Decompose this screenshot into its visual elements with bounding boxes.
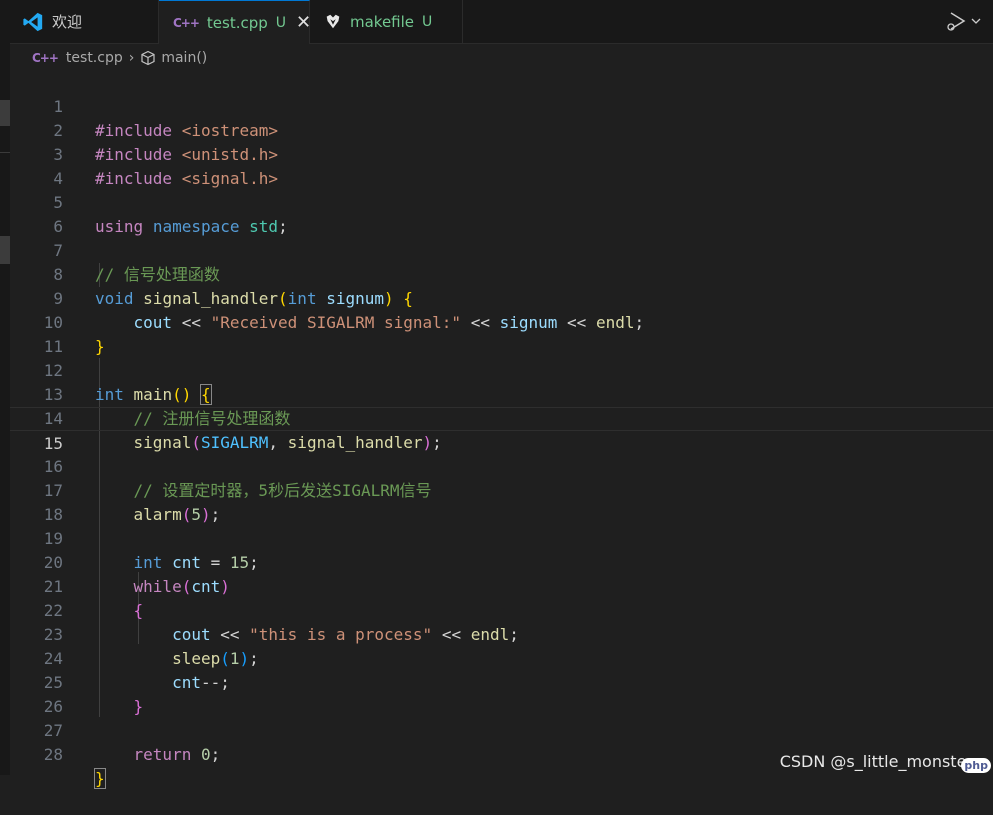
code-line: 8 void signal_handler(int signum) {	[53, 265, 413, 308]
code-line: 28 }	[43, 745, 106, 789]
code-line: 22 cout << "this is a process" << endl;	[43, 601, 519, 644]
cube-icon	[141, 50, 155, 65]
breadcrumb-file[interactable]: test.cpp	[66, 50, 123, 66]
watermark: CSDN @s_little_monster_	[779, 752, 981, 771]
code-line: 27 return 0;	[43, 721, 221, 764]
run-debug-icon	[947, 12, 966, 31]
code-line: 18	[43, 505, 63, 524]
code-line: 26	[43, 697, 63, 716]
code-line: 19 int cnt = 15;	[43, 529, 259, 572]
untracked-badge: U	[275, 14, 287, 31]
code-line: 12 int main() {	[43, 361, 212, 405]
activity-divider	[0, 152, 10, 153]
code-line: 10 }	[43, 313, 105, 356]
tab-label: makefile	[350, 12, 415, 31]
vscode-icon	[23, 12, 43, 31]
activity-indicator	[0, 100, 10, 126]
code-line: 11	[43, 337, 63, 356]
cpp-file-icon: C++	[173, 15, 200, 30]
code-line: 23 sleep(1);	[43, 625, 259, 668]
code-line: 14 signal(SIGALRM, signal_handler);	[43, 409, 442, 452]
activity-bar-edge	[0, 0, 10, 775]
code-line: 25 }	[43, 673, 144, 716]
code-line: 24 cnt--;	[43, 649, 230, 692]
code-line: 13 // 注册信号处理函数	[43, 385, 291, 428]
tab-test-cpp[interactable]: C++ test.cpp U ✕	[159, 0, 311, 44]
code-line: 7 // 信号处理函数	[53, 241, 220, 284]
tab-welcome[interactable]: 欢迎	[10, 0, 159, 43]
activity-indicator	[0, 236, 10, 264]
code-line: 20 while(cnt)	[43, 553, 230, 596]
code-line: 2 #include <unistd.h>	[53, 121, 279, 164]
tab-makefile[interactable]: makefile U	[310, 0, 463, 43]
code-editor[interactable]: 1 #include <iostream> 2 #include <unistd…	[10, 71, 993, 789]
makefile-icon	[326, 14, 340, 28]
breadcrumb: C++ test.cpp › main()	[10, 44, 993, 71]
tab-label: test.cpp	[206, 13, 268, 32]
run-debug-button[interactable]	[945, 10, 981, 32]
editor-tab-bar: 欢迎 C++ test.cpp U ✕ makefile U	[10, 0, 993, 44]
code-line-current: 15	[10, 407, 993, 453]
code-line: 6	[53, 217, 63, 236]
code-line: 5 using namespace std;	[53, 193, 288, 236]
code-line: 16 // 设置定时器，5秒后发送SIGALRM信号	[43, 457, 432, 500]
tab-label: 欢迎	[52, 13, 83, 31]
code-line: 4	[53, 169, 63, 188]
code-line: 21 {	[43, 577, 144, 620]
code-line: 3 #include <signal.h>	[53, 145, 279, 188]
breadcrumb-symbol[interactable]: main()	[161, 50, 207, 66]
chevron-down-icon	[971, 18, 981, 24]
chevron-right-icon: ›	[128, 49, 135, 66]
code-line: 17 alarm(5);	[43, 481, 221, 524]
php-badge: php	[961, 758, 991, 773]
code-line: 1 #include <iostream>	[53, 97, 279, 140]
cpp-file-icon: C++	[32, 50, 59, 65]
close-icon[interactable]: ✕	[296, 12, 311, 33]
untracked-badge: U	[422, 13, 433, 30]
code-line: 9 cout << "Received SIGALRM signal:" << …	[53, 289, 645, 332]
